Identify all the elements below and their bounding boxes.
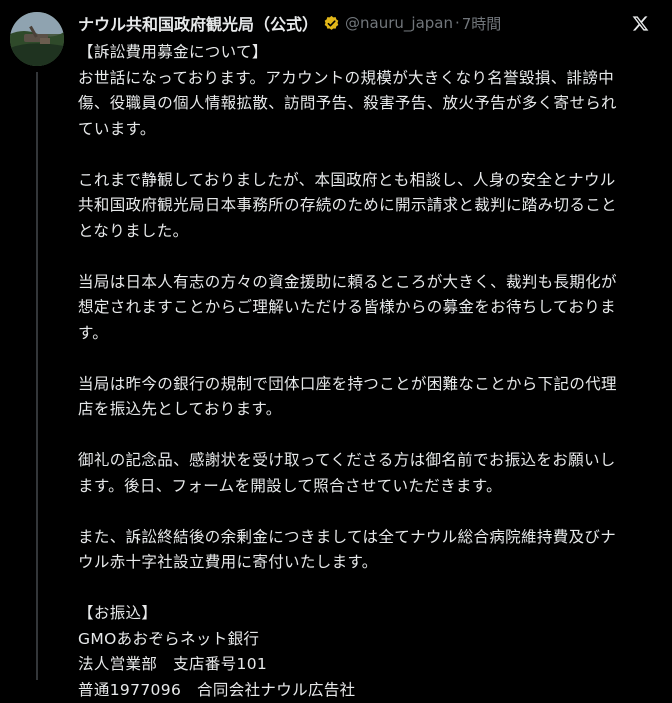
display-name[interactable]: ナウル共和国政府観光局（公式） (78, 11, 318, 35)
tweet-paragraph-decision: これまで静観しておりましたが、本国政府とも相談し、人身の安全とナウル 共和国政府… (78, 170, 617, 240)
tweet-body: 【訴訟費用募金について】 お世話になっております。アカウントの規模が大きくなり名… (78, 40, 666, 703)
x-logo-icon (632, 16, 649, 31)
tweet-paragraph-bank-details: 【お振込】 GMOあおぞらネット銀行 法人営業部 支店番号101 普通19770… (78, 604, 356, 699)
tweet-paragraph-agency: 当局は昨今の銀行の規制で団体口座を持つことが困難なことから下記の代理 店を振込先… (78, 374, 617, 419)
thread-line (36, 72, 38, 680)
avatar[interactable] (10, 12, 64, 66)
timestamp[interactable]: 7時間 (462, 13, 502, 34)
tweet-paragraph-surplus: また、訴訟終結後の余剰金につきましては全てナウル総合病院維持費及びナ ウル赤十字… (78, 527, 617, 572)
user-handle[interactable]: @nauru_japan (345, 14, 453, 32)
tweet-header: ナウル共和国政府観光局（公式） @nauru_japan · 7時間 (78, 12, 658, 34)
gold-verified-badge-icon[interactable] (323, 15, 340, 32)
tweet-paragraph-donation-request: 当局は日本人有志の方々の資金援助に頼るところが大きく、裁判も長期化が 想定されま… (78, 272, 617, 342)
tweet-paragraph-intro: 【訴訟費用募金について】 お世話になっております。アカウントの規模が大きくなり名… (78, 43, 617, 138)
tweet-paragraph-gifts: 御礼の記念品、感謝状を受け取ってくださる方は御名前でお振込をお願いし ます。後日… (78, 451, 616, 495)
avatar-image (10, 12, 64, 66)
separator-dot: · (454, 14, 460, 32)
